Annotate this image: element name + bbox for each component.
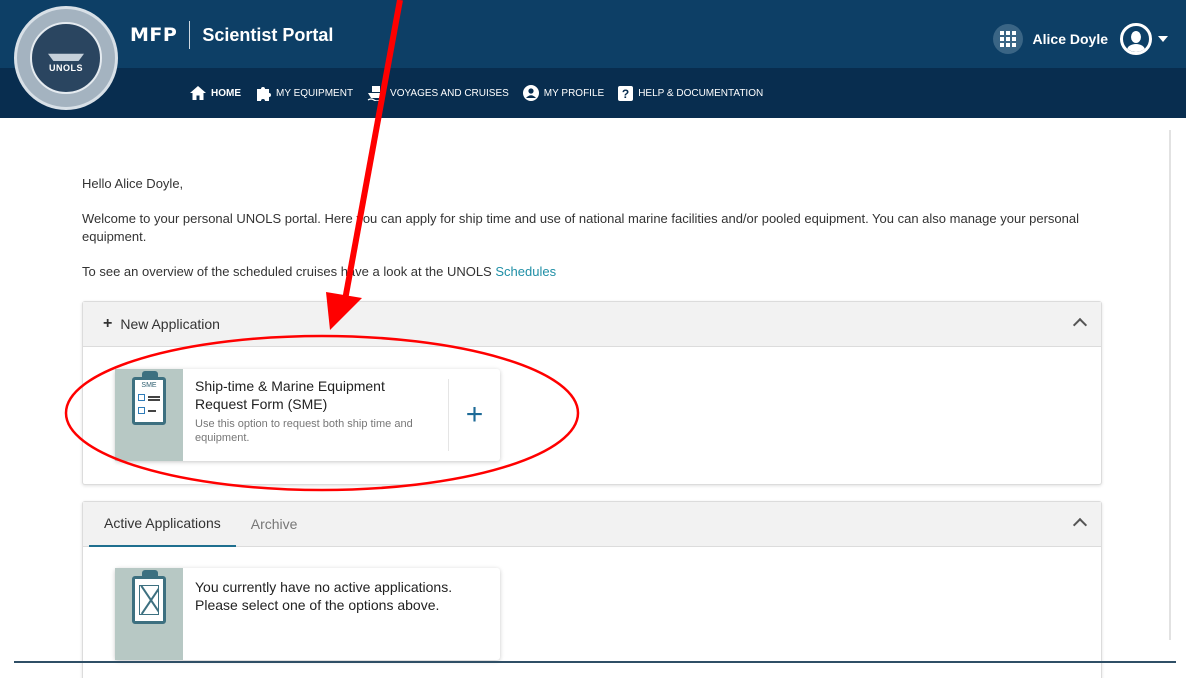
nav-help[interactable]: ? HELP & DOCUMENTATION [611,68,770,118]
nav-my-equipment-label: MY EQUIPMENT [276,87,354,99]
nav-my-profile[interactable]: MY PROFILE [516,68,611,118]
applications-tabs: Active Applications Archive [83,502,312,547]
plus-icon: + [465,398,484,431]
svg-text:?: ? [622,87,629,101]
add-application-button[interactable]: + [448,379,500,451]
caret-down-icon[interactable] [1158,36,1168,42]
card-description: Use this option to request both ship tim… [195,418,413,444]
avatar[interactable] [1120,23,1152,55]
card-icon-area [115,568,183,660]
clipboard-empty-icon [132,570,166,624]
nav-voyages-label: VOYAGES AND CRUISES [390,87,509,99]
nav-home[interactable]: HOME [183,68,248,118]
applications-header: Active Applications Archive [83,502,1101,547]
ship-icon [48,53,84,61]
empty-applications-card: You currently have no active application… [115,568,500,660]
empty-message: You currently have no active application… [195,579,453,613]
clipboard-checklist-icon: SME [132,371,166,425]
applications-panel: Active Applications Archive You currentl… [82,501,1102,678]
user-menu: Alice Doyle [992,22,1168,56]
overview-prefix: To see an overview of the scheduled crui… [82,264,492,279]
nav-help-label: HELP & DOCUMENTATION [638,87,764,99]
unols-logo[interactable]: UNOLS [14,6,118,110]
brand[interactable]: MFP Scientist Portal [130,18,333,52]
page: UNOLS MFP Scientist Portal Alice Doyle H… [0,0,1186,678]
sme-icon-label: SME [141,382,157,389]
new-application-title: New Application [120,316,220,332]
new-application-panel: + New Application SME Ship-time & Marine… [82,301,1102,485]
home-icon [190,86,206,100]
bottom-divider [14,661,1176,663]
nav-home-label: HOME [211,87,241,99]
chevron-up-icon[interactable] [1072,517,1088,533]
card-title: Ship-time & Marine Equipment Request For… [195,378,385,412]
help-icon: ? [618,85,634,101]
sme-form-card[interactable]: SME Ship-time & Marine Equipment Request… [115,369,500,461]
logo-text: UNOLS [49,63,83,73]
plus-icon: + [103,315,113,332]
greeting-text: Hello Alice Doyle, [82,176,184,191]
user-name[interactable]: Alice Doyle [1033,31,1108,47]
schedules-link[interactable]: Schedules [495,264,556,279]
new-application-header[interactable]: + New Application [83,302,1101,347]
card-body: You currently have no active application… [183,568,500,660]
scrollbar-track[interactable] [1169,130,1171,640]
welcome-text: Welcome to your personal UNOLS portal. H… [82,211,1080,244]
nav-my-equipment[interactable]: MY EQUIPMENT [248,68,360,118]
puzzle-icon [257,87,271,101]
card-body: Ship-time & Marine Equipment Request For… [183,369,448,461]
ship-nav-icon [367,86,385,101]
tab-active-applications[interactable]: Active Applications [89,502,236,547]
chevron-up-icon[interactable] [1072,317,1088,333]
nav-voyages[interactable]: VOYAGES AND CRUISES [360,68,516,118]
logo-seal: UNOLS [30,22,102,94]
welcome-section: Hello Alice Doyle, Welcome to your perso… [82,175,1102,281]
portal-title: Scientist Portal [202,24,334,45]
nav-my-profile-label: MY PROFILE [543,87,605,99]
card-icon-area: SME [115,369,183,461]
apps-grid-button[interactable] [992,24,1023,54]
overview-text: To see an overview of the scheduled crui… [82,263,1102,281]
tab-archive[interactable]: Archive [236,502,313,547]
main-nav: HOME MY EQUIPMENT VOYAGES AND CRUISES MY… [183,68,770,118]
brand-logo-text: MFP [130,24,178,46]
grid-icon [999,31,1016,47]
user-circle-icon [522,85,539,101]
brand-divider [189,21,191,49]
